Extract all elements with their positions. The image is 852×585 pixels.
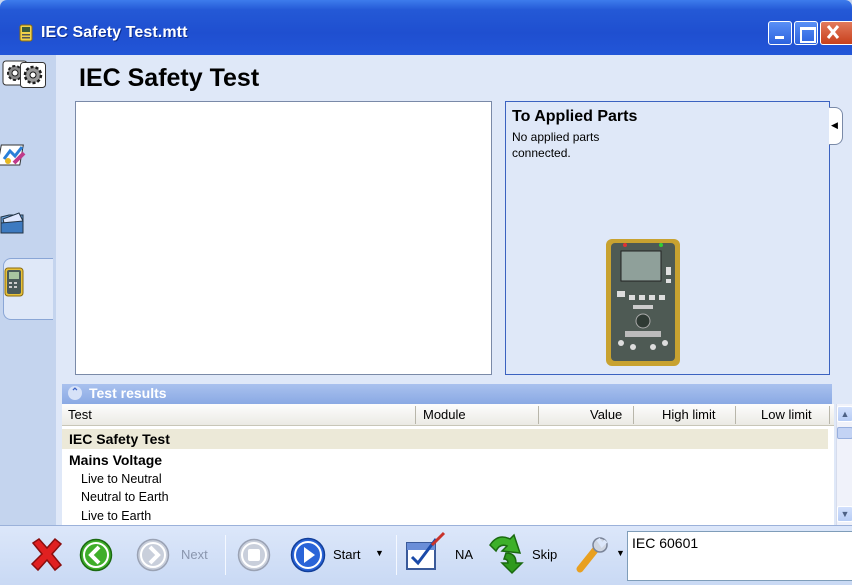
table-row[interactable]: Mains Voltage xyxy=(62,450,834,470)
scroll-down-icon[interactable]: ▼ xyxy=(837,506,852,522)
column-high-limit[interactable]: High limit xyxy=(662,407,715,422)
test-results-header[interactable]: ⌃ Test results xyxy=(62,384,832,404)
chevron-down-icon[interactable]: ▼ xyxy=(375,548,384,558)
column-value[interactable]: Value xyxy=(590,407,622,422)
panel-expand-handle[interactable]: ◀ xyxy=(829,107,843,145)
analyzer-device-icon xyxy=(4,267,24,297)
gear-icon xyxy=(20,62,46,88)
tab-files[interactable] xyxy=(0,193,53,255)
table-row[interactable]: Neutral to Earth xyxy=(62,488,834,506)
test-results-table: Test Module Value High limit Low limit I… xyxy=(62,404,834,525)
chevron-left-icon: ◀ xyxy=(831,120,838,130)
table-row[interactable]: Live to Neutral xyxy=(62,470,834,488)
close-icon[interactable] xyxy=(820,21,852,45)
collapse-chevron-icon[interactable]: ⌃ xyxy=(68,386,82,400)
wrench-icon xyxy=(576,537,608,573)
na-label: NA xyxy=(455,547,474,562)
tab-report[interactable] xyxy=(0,127,53,189)
start-label: Start xyxy=(333,547,361,562)
settings-button[interactable]: ▼ xyxy=(576,525,625,585)
start-icon xyxy=(290,537,326,573)
column-test[interactable]: Test xyxy=(68,407,92,422)
table-row[interactable]: Live to Earth xyxy=(62,507,834,525)
skip-button[interactable]: Skip xyxy=(486,525,566,585)
next-label: Next xyxy=(181,547,208,562)
maximize-icon[interactable] xyxy=(794,21,818,45)
window-title: IEC Safety Test.mtt xyxy=(41,24,188,41)
toolbar-divider xyxy=(396,535,397,575)
checklist-icon xyxy=(406,531,446,570)
report-edit-icon xyxy=(0,144,26,166)
chevron-down-icon[interactable]: ▼ xyxy=(616,548,625,558)
minimize-icon[interactable] xyxy=(768,21,792,45)
tab-analyzer[interactable] xyxy=(3,258,53,320)
cancel-button[interactable] xyxy=(27,525,71,585)
table-row[interactable]: IEC Safety Test xyxy=(62,429,828,449)
table-header: Test Module Value High limit Low limit xyxy=(62,404,834,426)
toolbar-divider xyxy=(225,535,226,575)
test-results-title: Test results xyxy=(89,385,167,401)
back-button[interactable] xyxy=(79,525,123,585)
next-button[interactable]: Next xyxy=(136,525,220,585)
app-icon xyxy=(19,24,33,42)
side-tab-strip xyxy=(0,55,56,525)
window-titlebar: IEC Safety Test.mtt xyxy=(0,0,852,55)
stop-icon xyxy=(237,538,271,572)
scroll-up-icon[interactable]: ▲ xyxy=(837,406,852,422)
applied-parts-panel: To Applied Parts No applied parts connec… xyxy=(505,101,830,375)
skip-label: Skip xyxy=(532,547,558,562)
safety-analyzer-device-image xyxy=(606,239,680,366)
folder-icon xyxy=(0,212,24,234)
scroll-thumb[interactable] xyxy=(837,427,852,439)
results-scrollbar[interactable]: ▲ ▼ xyxy=(836,404,852,525)
stop-button[interactable] xyxy=(237,525,281,585)
applied-parts-message: No applied parts connected. xyxy=(512,130,600,160)
applied-parts-title: To Applied Parts xyxy=(512,108,638,125)
column-module[interactable]: Module xyxy=(423,407,466,422)
standard-field[interactable]: IEC 60601 xyxy=(627,531,852,581)
back-arrow-icon xyxy=(79,538,113,572)
skip-arrow-icon xyxy=(489,533,524,575)
cancel-x-icon xyxy=(30,537,63,572)
page-title: IEC Safety Test xyxy=(79,64,260,92)
next-arrow-icon xyxy=(136,538,170,572)
column-low-limit[interactable]: Low limit xyxy=(761,407,812,422)
start-button[interactable]: Start ▼ xyxy=(290,525,390,585)
na-button[interactable]: NA xyxy=(402,525,478,585)
test-display-area xyxy=(75,101,492,375)
